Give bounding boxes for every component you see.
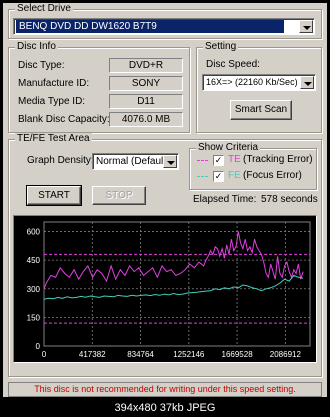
chevron-down-icon[interactable] <box>299 20 313 33</box>
x-tick-label: 0 <box>42 350 47 359</box>
y-tick-label: 600 <box>27 228 41 237</box>
y-tick-label: 0 <box>36 342 41 351</box>
disc-info-title: Disc Info <box>15 41 58 52</box>
fe-label: (Focus Error) <box>243 170 302 181</box>
status-message: This disc is not recommended for writing… <box>8 382 322 397</box>
tefe-chart: 0 150 300 450 600 0 417382 834764 1252146 1669528… <box>13 215 317 363</box>
manufacture-id-label: Manufacture ID: <box>18 78 90 89</box>
disc-speed-value: 16X=> (22160 Kb/Sec) <box>206 77 298 87</box>
fe-checkbox[interactable]: ✓ <box>213 171 224 182</box>
drive-select[interactable]: BENQ DVD DD DW1620 B7T9 <box>13 18 315 35</box>
tefe-title: TE/FE Test Area <box>15 133 92 144</box>
drive-select-value: BENQ DVD DD DW1620 B7T9 <box>16 20 284 33</box>
disc-info-group: Disc Info Disc Type: DVD+R Manufacture I… <box>8 41 190 133</box>
graph-density-select[interactable]: Normal (Default) <box>92 153 179 170</box>
elapsed-time-value: 578 seconds <box>261 194 318 205</box>
image-caption: 394x480 37kb JPEG <box>0 400 330 417</box>
fe-abbr: FE <box>228 170 241 181</box>
x-tick-label: 1669528 <box>222 350 254 359</box>
disc-type-value: DVD+R <box>109 58 183 73</box>
chevron-down-icon[interactable] <box>300 76 314 89</box>
elapsed-time-label: Elapsed Time: <box>193 194 257 205</box>
graph-density-value: Normal (Default) <box>96 156 170 167</box>
select-drive-title: Select Drive <box>15 3 73 14</box>
disc-speed-select[interactable]: 16X=> (22160 Kb/Sec) <box>202 74 316 91</box>
y-tick-label: 450 <box>27 256 41 265</box>
manufacture-id-value: SONY <box>109 76 183 91</box>
graph-density-label: Graph Density: <box>27 155 94 166</box>
y-tick-label: 150 <box>27 313 41 322</box>
x-tick-label: 417382 <box>79 350 106 359</box>
disc-speed-label: Disc Speed: <box>206 59 260 70</box>
disc-type-label: Disc Type: <box>18 60 65 71</box>
smart-scan-button[interactable]: Smart Scan <box>230 100 292 120</box>
x-tick-label: 1252146 <box>173 350 205 359</box>
media-type-id-label: Media Type ID: <box>18 96 86 107</box>
y-tick-label: 300 <box>27 285 41 294</box>
blank-capacity-value: 4076.0 MB <box>109 112 183 127</box>
te-criteria-line <box>197 160 208 161</box>
start-button[interactable]: START <box>26 185 82 206</box>
stop-button[interactable]: STOP <box>92 186 146 205</box>
x-tick-label: 834764 <box>127 350 154 359</box>
fe-series-line <box>43 274 304 300</box>
te-label: (Tracking Error) <box>243 154 313 165</box>
blank-capacity-label: Blank Disc Capacity: <box>18 114 110 125</box>
te-abbr: TE <box>228 154 241 165</box>
setting-title: Setting <box>203 41 239 52</box>
plot-frame <box>43 221 311 347</box>
chevron-down-icon[interactable] <box>163 155 177 168</box>
tefe-chart-svg: 0 150 300 450 600 0 417382 834764 1252146 1669528… <box>27 221 311 359</box>
setting-group: Setting Disc Speed: 16X=> (22160 Kb/Sec)… <box>196 41 322 133</box>
fe-criteria-line <box>197 176 208 177</box>
x-tick-label: 2086912 <box>270 350 302 359</box>
show-criteria-title: Show Criteria <box>196 142 261 153</box>
show-criteria-group: Show Criteria ✓ TE (Tracking Error) ✓ FE… <box>189 142 317 190</box>
window: Select Drive BENQ DVD DD DW1620 B7T9 Dis… <box>3 3 327 397</box>
te-checkbox[interactable]: ✓ <box>213 155 224 166</box>
select-drive-group: Select Drive BENQ DVD DD DW1620 B7T9 <box>8 3 322 39</box>
media-type-id-value: D11 <box>109 94 183 109</box>
